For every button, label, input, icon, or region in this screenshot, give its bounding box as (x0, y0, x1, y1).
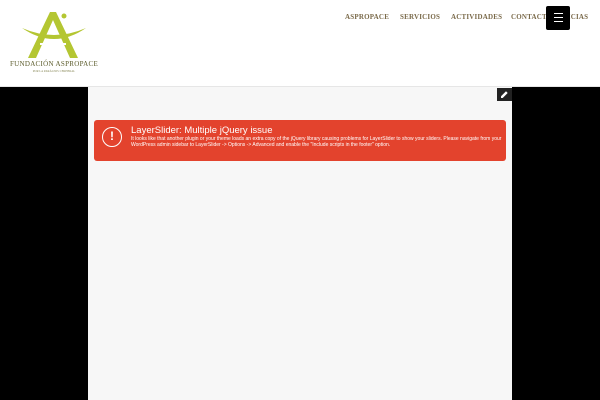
hamburger-icon-bar (554, 17, 563, 19)
nav-item-aspropace[interactable]: ASPROPACE (345, 13, 389, 21)
hamburger-icon (554, 13, 563, 15)
layerslider-error-alert: ! LayerSlider: Multiple jQuery issue It … (94, 120, 506, 161)
alert-title: LayerSlider: Multiple jQuery issue (131, 125, 273, 136)
alert-message: It looks like that another plugin or you… (131, 136, 502, 149)
site-logo[interactable]: FUNDACIÓN ASPROPACE POR LA PARÁLISIS CER… (8, 6, 100, 73)
aspropace-logo-icon (22, 12, 86, 58)
nav-item-actividades[interactable]: ACTIVIDADES (451, 13, 502, 21)
logo-text: FUNDACIÓN ASPROPACE (9, 60, 99, 68)
nav-item-servicios[interactable]: SERVICIOS (400, 13, 440, 21)
warning-icon: ! (102, 127, 122, 147)
edit-slider-button[interactable] (497, 88, 512, 101)
hamburger-icon-bar (554, 21, 563, 23)
site-header: FUNDACIÓN ASPROPACE POR LA PARÁLISIS CER… (0, 0, 600, 87)
pencil-icon (501, 91, 508, 98)
menu-button[interactable] (546, 6, 570, 30)
logo-tagline: POR LA PARÁLISIS CEREBRAL (32, 69, 76, 73)
